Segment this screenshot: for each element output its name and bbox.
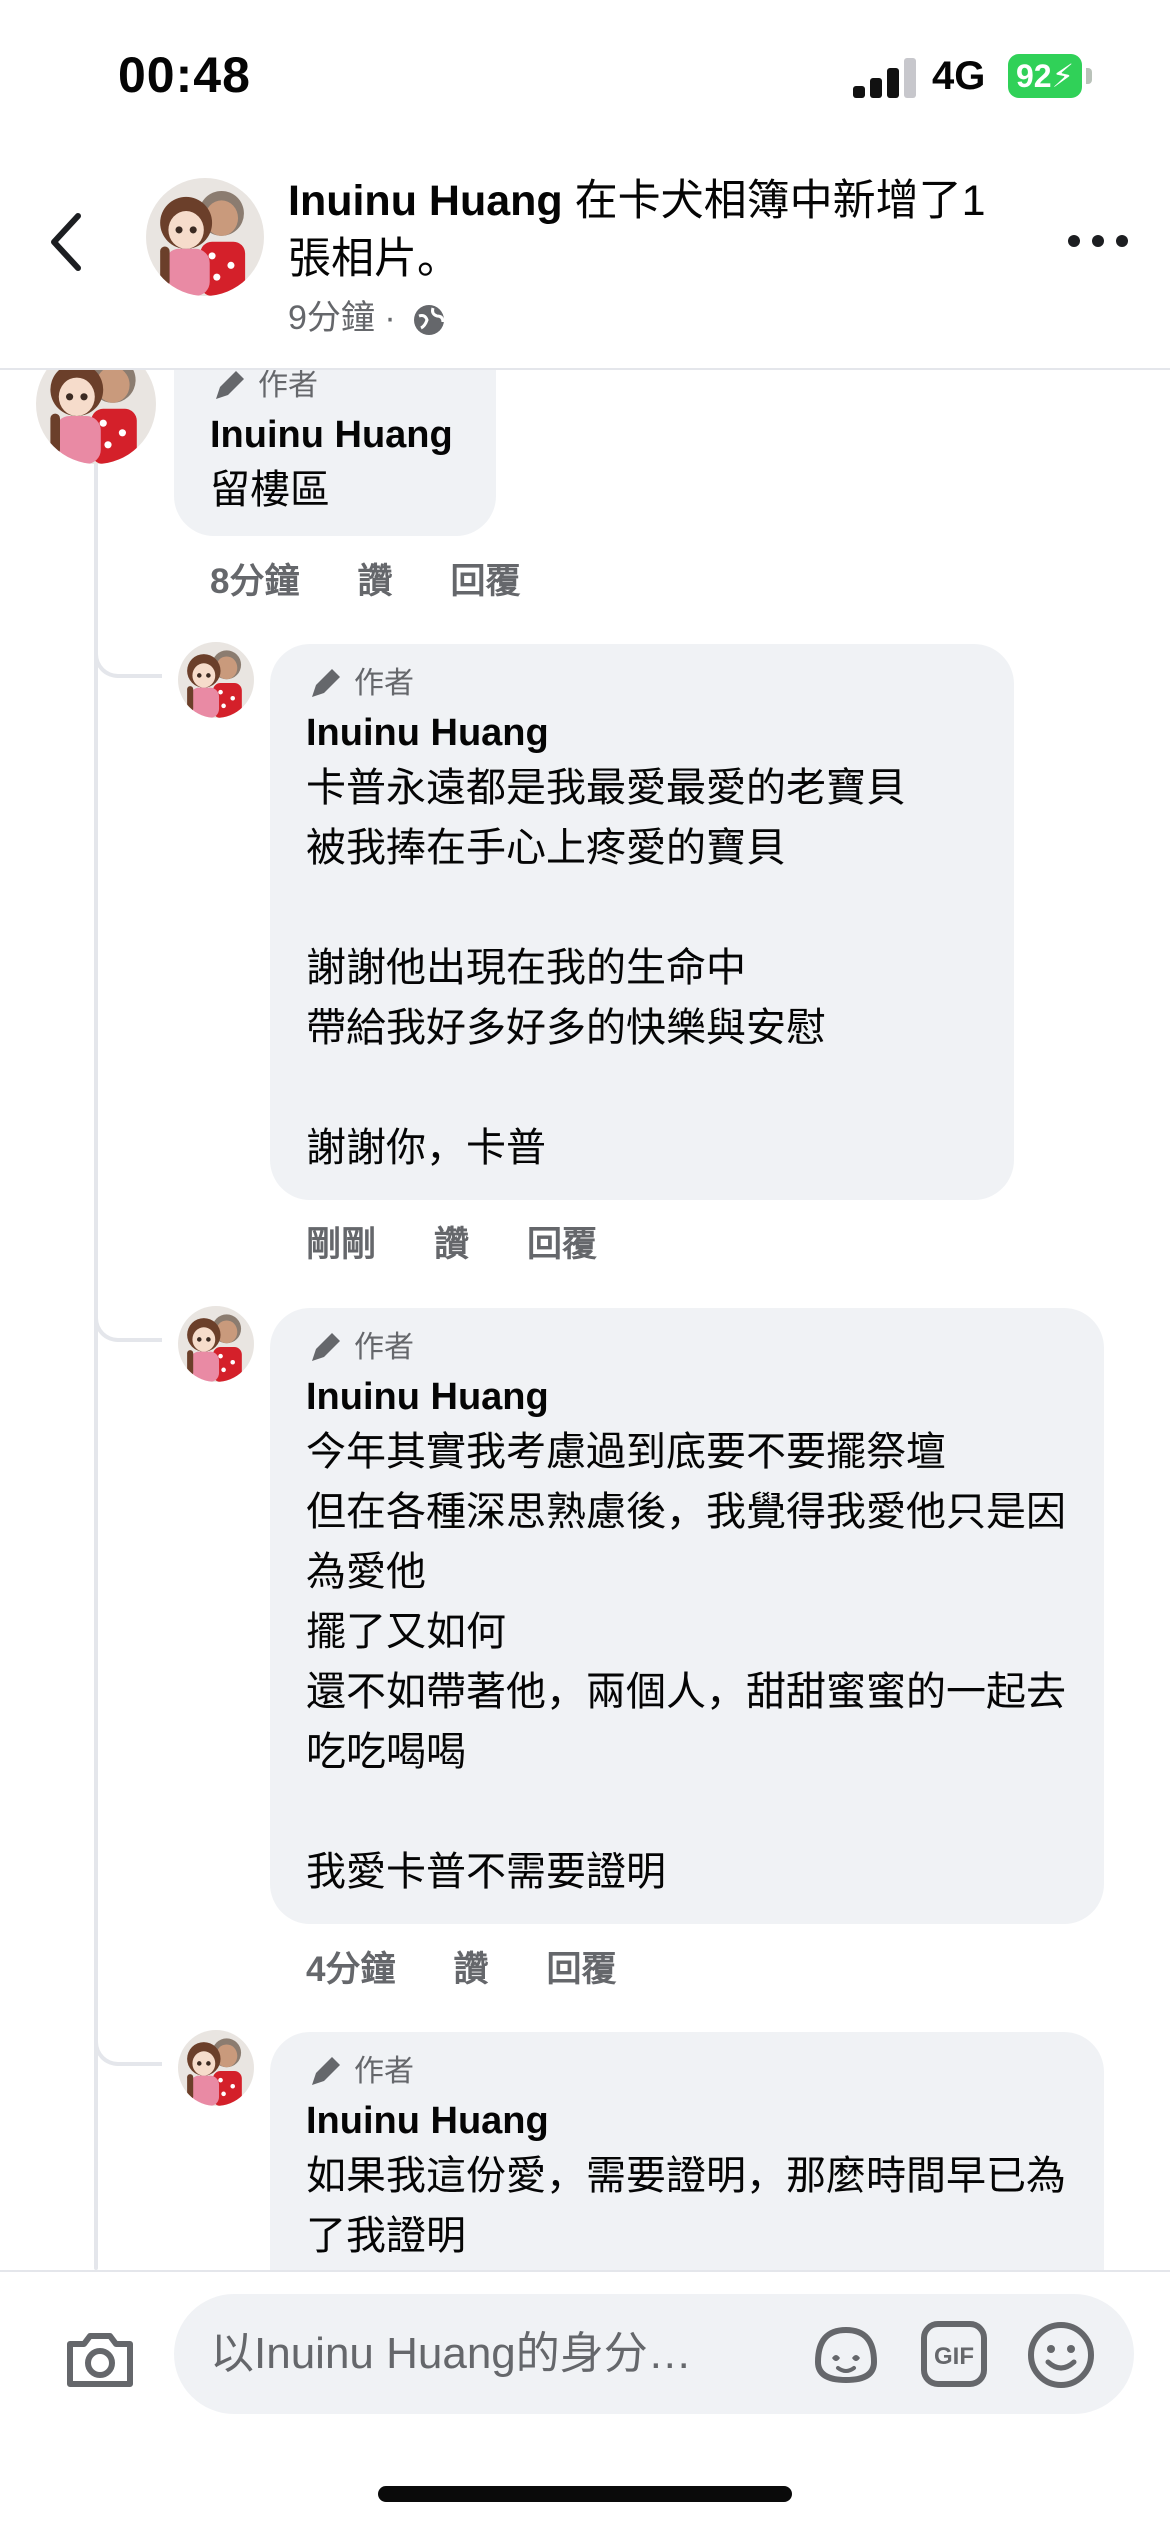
- comment-actions: 剛剛 讚 回覆: [306, 1216, 655, 1267]
- comment-author-name[interactable]: Inuinu Huang: [306, 708, 978, 758]
- post-title: Inuinu Huang 在卡犬相簿中新增了1 張相片。: [288, 172, 1008, 288]
- comment-text: 今年其實我考慮過到底要不要擺祭壇 但在各種深思熟慮後，我覺得我愛他只是因為愛他 …: [306, 1430, 1066, 1894]
- emoji-button[interactable]: [1026, 2320, 1096, 2390]
- reply-button[interactable]: 回覆: [546, 1941, 616, 1992]
- reply-connector: [94, 640, 162, 678]
- reply-button[interactable]: 回覆: [450, 553, 520, 604]
- post-time: 9分鐘: [288, 299, 375, 337]
- comment-author-name[interactable]: Inuinu Huang: [306, 1372, 1068, 1422]
- comment-input[interactable]: 以Inuinu Huang的身分… GIF: [174, 2294, 1134, 2414]
- cellular-signal-icon: [853, 58, 917, 98]
- comment-avatar[interactable]: [178, 1306, 254, 1382]
- like-button[interactable]: 讚: [434, 1216, 469, 1267]
- home-indicator[interactable]: [378, 2486, 792, 2502]
- network-type: 4G: [932, 54, 986, 98]
- battery-level: 92: [1015, 58, 1052, 94]
- gif-icon: GIF: [921, 2321, 987, 2387]
- post-author-name[interactable]: Inuinu Huang: [288, 177, 563, 225]
- post-header: Inuinu Huang 在卡犬相簿中新增了1 張相片。 9分鐘 ·: [0, 150, 1170, 370]
- back-button[interactable]: [40, 202, 100, 282]
- author-badge: 作者: [306, 1324, 1068, 1372]
- comment-bubble[interactable]: 作者 Inuinu Huang 卡普永遠都是我最愛最愛的老寶貝 被我捧在手心上疼…: [270, 644, 1014, 1200]
- comment-input-placeholder: 以Inuinu Huang的身分…: [210, 2329, 692, 2378]
- comment-bubble[interactable]: 作者 Inuinu Huang 如果我這份愛，需要證明，那麼時間早已為了我證明: [270, 2032, 1104, 2270]
- comment-author-name[interactable]: Inuinu Huang: [306, 2096, 1068, 2146]
- comment-actions: 4分鐘 讚 回覆: [306, 1941, 675, 1992]
- post-meta: 9分鐘 ·: [288, 290, 447, 339]
- comment-time: 4分鐘: [306, 1950, 396, 1989]
- pencil-icon: [312, 2057, 340, 2085]
- comment-author-name[interactable]: Inuinu Huang: [210, 410, 460, 460]
- reply-connector: [94, 1304, 162, 1342]
- like-button[interactable]: 讚: [357, 553, 392, 604]
- comment-text: 卡普永遠都是我最愛最愛的老寶貝 被我捧在手心上疼愛的寶貝 謝謝他出現在我的生命中…: [306, 766, 906, 1170]
- camera-icon: [67, 2333, 133, 2387]
- reply-connector: [94, 2028, 162, 2066]
- author-avatar[interactable]: [146, 178, 264, 296]
- comment-text: 如果我這份愛，需要證明，那麼時間早已為了我證明: [306, 2154, 1066, 2258]
- comment-time: 8分鐘: [210, 562, 300, 601]
- reply-button[interactable]: 回覆: [527, 1216, 597, 1267]
- comment-avatar[interactable]: [178, 2030, 254, 2106]
- globe-icon: [414, 305, 445, 336]
- more-options-button[interactable]: [1068, 226, 1128, 256]
- author-badge: 作者: [306, 2048, 1068, 2096]
- emoji-icon: [1028, 2322, 1094, 2388]
- status-time: 00:48: [118, 47, 251, 103]
- avatar-sticker-icon: [814, 2326, 878, 2384]
- avatar-sticker-button[interactable]: [810, 2322, 882, 2386]
- back-arrow-icon: [51, 213, 81, 271]
- svg-text:GIF: GIF: [934, 2343, 974, 2370]
- comment-avatar[interactable]: [178, 642, 254, 718]
- comment-text: 留樓區: [210, 468, 330, 512]
- thread-line: [94, 460, 98, 2270]
- pencil-icon: [312, 669, 340, 697]
- comment-bubble[interactable]: 作者 Inuinu Huang 今年其實我考慮過到底要不要擺祭壇 但在各種深思熟…: [270, 1308, 1104, 1924]
- pencil-icon: [312, 1333, 340, 1361]
- gif-button[interactable]: GIF: [920, 2318, 988, 2390]
- battery-icon: 92⚡: [1008, 54, 1092, 98]
- like-button[interactable]: 讚: [453, 1941, 488, 1992]
- comment-actions: 8分鐘 讚 回覆: [210, 553, 579, 604]
- pencil-icon: [216, 371, 244, 399]
- status-bar: 00:48 4G 92⚡: [0, 0, 1170, 150]
- author-badge: 作者: [306, 660, 978, 708]
- camera-button[interactable]: [60, 2320, 140, 2400]
- comment-time: 剛剛: [306, 1225, 377, 1264]
